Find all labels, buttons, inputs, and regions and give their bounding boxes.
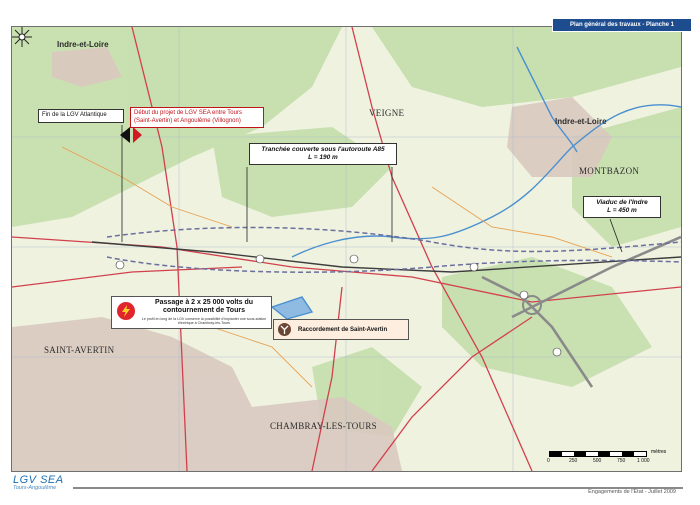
power-description: Le profil en long de la LGV conserve la … <box>141 317 267 326</box>
callout-viaduc: Viaduc de l'Indre L = 450 m <box>583 196 661 219</box>
compass-rose-icon <box>12 27 32 47</box>
scale-tick: 250 <box>569 458 578 464</box>
callout-tranchee: Tranchée couverte sous l'autoroute A85 L… <box>249 143 397 166</box>
callout-viaduc-title: Viaduc de l'Indre <box>596 199 648 206</box>
scale-tick: 1 000 <box>637 458 650 464</box>
topographic-map <box>12 27 681 471</box>
callout-debut-projet: Début du projet de LGV SEA entre Tours (… <box>130 107 264 128</box>
scale-tick: 500 <box>593 458 602 464</box>
town-label-chambray: CHAMBRAY-LES-TOURS <box>270 421 377 431</box>
power-info-box: Passage à 2 x 25 000 volts du contournem… <box>111 296 272 329</box>
callout-fin-lgv: Fin de la LGV Atlantique <box>38 109 124 123</box>
callout-tranchee-title: Tranchée couverte sous l'autoroute A85 <box>261 146 385 153</box>
footer-caption: Engagements de l'État - Juillet 2009 <box>588 489 676 495</box>
raccordement-label: Raccordement de Saint-Avertin <box>298 326 388 333</box>
town-label-montbazon: MONTBAZON <box>579 166 640 176</box>
scale-unit: mètres <box>651 449 667 455</box>
town-label-veigne: VEIGNE <box>369 108 405 118</box>
town-label-indre-et-loire-nw: Indre-et-Loire <box>57 40 109 49</box>
town-label-indre-et-loire-e: Indre-et-Loire <box>555 117 607 126</box>
scale-bar-graphic <box>549 451 647 457</box>
logo-subtitle: Tours-Angoulême <box>13 485 57 491</box>
scale-tick: 750 <box>617 458 626 464</box>
scale-bar: mètres 0 250 500 750 1 000 <box>547 449 669 469</box>
raccordement-box: Raccordement de Saint-Avertin <box>273 319 409 340</box>
footer-logo: LGV SEA Tours-Angoulême <box>13 474 73 491</box>
lightning-icon <box>117 302 135 320</box>
callout-tranchee-length: L = 190 m <box>308 154 338 162</box>
town-label-saint-avertin: SAINT-AVERTIN <box>44 345 115 355</box>
junction-icon <box>278 323 291 336</box>
callout-viaduc-length: L = 450 m <box>607 207 637 215</box>
scale-tick: 0 <box>547 458 550 464</box>
power-title: Passage à 2 x 25 000 volts du contournem… <box>154 299 254 315</box>
map-frame[interactable]: Indre-et-Loire VEIGNE Indre-et-Loire MON… <box>11 26 682 472</box>
plan-title: Plan général des travaux - Planche 1 <box>552 18 692 32</box>
